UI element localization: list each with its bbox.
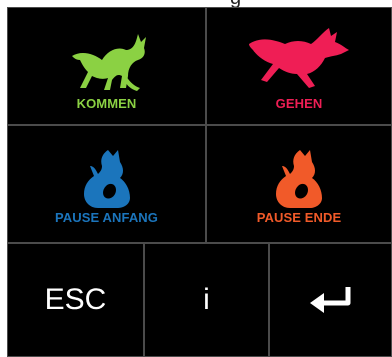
- esc-label: ESC: [44, 283, 107, 316]
- time-clock-panel: KOMMEN GEHEN PAUSE ANFANG PAUSE ENDE ESC…: [7, 7, 392, 357]
- running-fox-icon: [249, 28, 349, 88]
- enter-button[interactable]: [269, 243, 392, 357]
- gehen-label: GEHEN: [275, 96, 323, 111]
- top-bar: g: [0, 0, 392, 7]
- gehen-button[interactable]: GEHEN: [206, 7, 392, 125]
- pause-ende-label: PAUSE ENDE: [256, 210, 342, 225]
- esc-button[interactable]: ESC: [7, 243, 144, 357]
- info-button[interactable]: i: [144, 243, 269, 357]
- pause-anfang-label: PAUSE ANFANG: [54, 210, 159, 225]
- top-text-fragment: g: [230, 0, 241, 7]
- kommen-label: KOMMEN: [76, 96, 137, 111]
- info-label: i: [203, 283, 210, 316]
- pause-ende-button[interactable]: PAUSE ENDE: [206, 125, 392, 243]
- sitting-fox-icon: [276, 150, 322, 208]
- pause-anfang-button[interactable]: PAUSE ANFANG: [7, 125, 206, 243]
- enter-arrow-icon: [309, 287, 350, 313]
- kommen-button[interactable]: KOMMEN: [7, 7, 206, 125]
- walking-fox-icon: [72, 34, 146, 91]
- sitting-fox-icon: [84, 150, 130, 208]
